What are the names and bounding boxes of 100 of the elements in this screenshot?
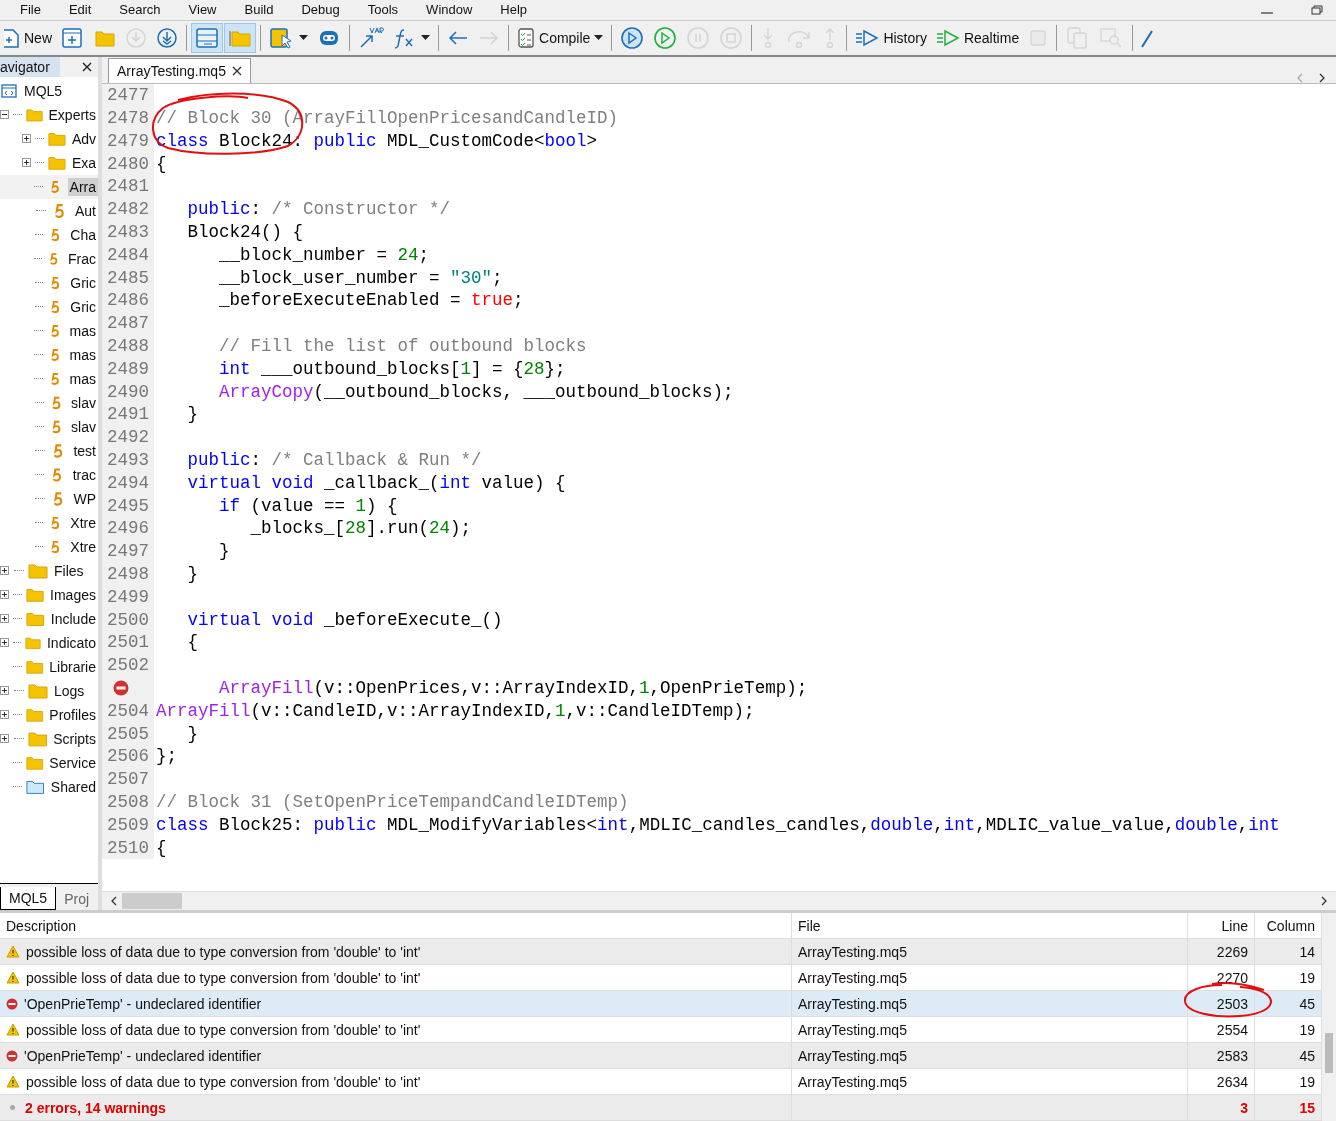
tree-item[interactable]: Include — [0, 606, 98, 631]
tree-item[interactable]: Indicato — [0, 630, 98, 655]
panel-title: avigator — [0, 56, 60, 77]
line-number: 2497 — [107, 541, 149, 562]
tree-item[interactable]: WP — [0, 486, 98, 511]
menu-item[interactable]: Window — [426, 2, 473, 18]
line-number: 2507 — [107, 769, 149, 790]
toolbar-icon-button[interactable] — [224, 22, 256, 53]
tree-item[interactable]: slav — [0, 414, 98, 439]
column-header[interactable]: Description — [0, 913, 792, 938]
tree-item[interactable]: slav — [0, 390, 98, 415]
scroll-right-icon[interactable] — [1320, 896, 1328, 906]
tree-item[interactable]: Images — [0, 582, 98, 607]
expander-icon[interactable] — [0, 734, 9, 744]
tree-item[interactable]: Arra — [0, 174, 98, 199]
scroll-left-icon[interactable] — [110, 896, 118, 906]
tree-item[interactable]: Xtre — [0, 534, 98, 559]
square-icon — [1028, 27, 1049, 48]
table-row[interactable]: possible loss of data due to type conversion from 'double' to 'int' ArrayTesting.mq5 2269 14 — [0, 939, 1322, 965]
folder-icon — [26, 778, 45, 795]
toolbar-button[interactable]: New — [0, 22, 56, 53]
tree-item[interactable]: Adv — [0, 126, 98, 151]
expander-icon[interactable] — [0, 614, 9, 624]
tree-item[interactable]: Cha — [0, 222, 98, 247]
code-line: { — [186, 632, 198, 653]
tree-item[interactable]: Shared — [0, 774, 98, 799]
menu-item[interactable]: View — [188, 2, 217, 18]
code-line: if (value == 1) { — [218, 495, 398, 516]
tree-item[interactable]: trac — [0, 462, 98, 487]
tree-item[interactable]: Gric — [0, 270, 98, 295]
menu-item[interactable]: Search — [119, 2, 161, 18]
tree-item[interactable]: Gric — [0, 294, 98, 319]
expander-icon[interactable] — [0, 710, 9, 720]
file-cell: ArrayTesting.mq5 — [792, 991, 1188, 1016]
table-row[interactable]: 'OpenPrieTemp' - undeclared identifier ArrayTesting.mq5 2583 45 — [0, 1043, 1322, 1069]
line-number: 2490 — [107, 381, 149, 402]
menu-item[interactable]: Edit — [68, 2, 92, 18]
panel-tab[interactable]: Proj — [56, 888, 98, 910]
tree-item[interactable]: Experts — [0, 102, 98, 127]
folder-icon — [25, 658, 44, 675]
toolbar-icon-button[interactable] — [191, 22, 223, 53]
expander-icon[interactable] — [0, 590, 9, 600]
expander-icon[interactable] — [0, 110, 9, 120]
code-line: __block_user_number = "30"; — [218, 267, 503, 288]
scroll-right-icon[interactable] — [1318, 72, 1326, 83]
expander-icon[interactable] — [0, 686, 9, 696]
tree-item[interactable]: test — [0, 438, 98, 463]
table-row[interactable]: 'OpenPrieTemp' - undeclared identifier ArrayTesting.mq5 2503 45 — [0, 991, 1322, 1017]
tree-item[interactable]: mas — [0, 342, 98, 367]
toolbar-button[interactable]: Realtime — [931, 22, 1024, 53]
folder-icon — [26, 610, 45, 627]
menu-item[interactable]: Help — [500, 2, 528, 18]
menu-item[interactable]: Debug — [301, 2, 340, 18]
tree-item[interactable]: Exa — [0, 150, 98, 175]
line-number: 2508 — [107, 791, 149, 812]
tree-item[interactable]: Service — [0, 750, 98, 775]
menu-item[interactable]: File — [20, 2, 41, 18]
code-line: public: /* Callback & Run */ — [186, 450, 482, 470]
code-line: public: /* Constructor */ — [186, 199, 451, 220]
line-number: 2500 — [107, 609, 149, 630]
tree-item[interactable]: Logs — [0, 678, 98, 703]
tree-item[interactable]: Scripts — [0, 726, 98, 751]
expander-icon[interactable] — [0, 638, 9, 648]
code-line: } — [186, 564, 198, 584]
expander-icon[interactable] — [0, 566, 9, 576]
toolbar-button[interactable]: Compile — [513, 22, 608, 53]
tree-item[interactable]: MQL5 — [0, 78, 98, 103]
code-line: } — [186, 723, 198, 744]
menu-item[interactable]: Build — [244, 2, 274, 18]
download-icon — [125, 26, 147, 49]
menu-item[interactable]: Tools — [367, 2, 399, 18]
scrollbar-thumb[interactable] — [122, 893, 182, 909]
tree-item[interactable]: Profiles — [0, 702, 98, 727]
scrollbar[interactable] — [1322, 913, 1336, 1121]
tree-item[interactable]: mas — [0, 318, 98, 343]
line-cell: 2634 — [1188, 1069, 1255, 1094]
line-number: 2505 — [107, 723, 149, 744]
expander-icon[interactable] — [22, 134, 31, 144]
forward-arrow-icon — [478, 28, 500, 47]
line-number: 2510 — [107, 837, 149, 858]
expander-icon[interactable] — [22, 158, 31, 168]
close-icon[interactable] — [231, 65, 242, 76]
column-header[interactable]: Line — [1188, 913, 1255, 938]
tree-item[interactable]: Librarie — [0, 654, 98, 679]
column-header[interactable]: File — [792, 913, 1188, 938]
tree-item[interactable]: Frac — [0, 246, 98, 271]
panel-tab[interactable]: MQL5 — [0, 887, 57, 910]
tree-item[interactable]: Files — [0, 558, 98, 583]
message-text: possible loss of data due to type conversion from 'double' to 'int' — [26, 1021, 421, 1038]
close-icon[interactable] — [82, 61, 92, 72]
error-icon — [6, 1049, 18, 1062]
code-line: // Block 31 (SetOpenPriceTempandCandleIDTemp) — [156, 791, 629, 812]
tree-item[interactable]: Aut — [0, 198, 98, 223]
tree-item[interactable]: Xtre — [0, 510, 98, 535]
tree-item[interactable]: mas — [0, 366, 98, 391]
restore-icon[interactable] — [1310, 4, 1324, 15]
file-tab[interactable]: ArrayTesting.mq5 — [108, 57, 251, 83]
file-cell: ArrayTesting.mq5 — [792, 1069, 1188, 1094]
toolbar-button[interactable]: History — [851, 22, 931, 53]
line-number: 2484 — [107, 244, 149, 265]
